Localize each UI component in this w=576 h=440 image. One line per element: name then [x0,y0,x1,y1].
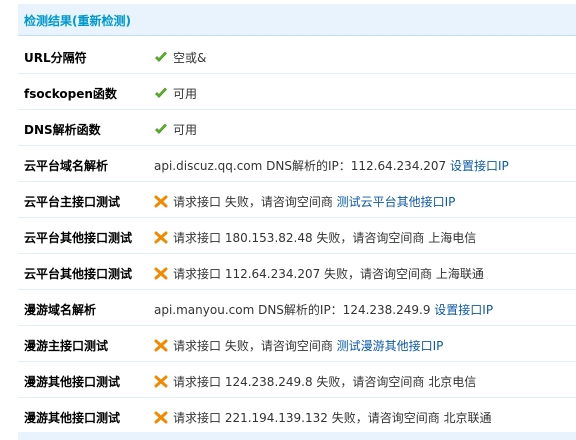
row-label: fsockopen函数 [24,87,117,101]
row-label: 云平台域名解析 [24,159,109,173]
result-row: 云平台其他接口测试 请求接口 180.153.82.48 失败，请咨询空间商 上海… [18,218,576,254]
row-action-link[interactable]: 设置接口IP [434,303,493,317]
row-value-text: 可用 [173,123,198,137]
cross-icon [154,375,168,388]
row-value-text: 请求接口 失败，请咨询空间商 [173,339,337,353]
row-value: 请求接口 112.64.234.207 失败，请咨询空间商 上海联通 [154,265,484,282]
row-value-text: 请求接口 180.153.82.48 失败，请咨询空间商 上海电信 [173,231,477,245]
row-value: 请求接口 失败，请咨询空间商 测试漫游其他接口IP [154,337,443,354]
row-value-text: 请求接口 124.238.249.8 失败，请咨询空间商 北京电信 [173,375,477,389]
recheck-link[interactable]: 重新检测 [78,14,126,28]
row-label: 云平台其他接口测试 [24,231,133,245]
result-row: 云平台其他接口测试 请求接口 112.64.234.207 失败，请咨询空间商 上… [18,254,576,290]
result-row: fsockopen函数 可用 [18,74,576,110]
result-row: 漫游其他接口测试 请求接口 221.194.139.132 失败，请咨询空间商 北… [18,398,576,434]
result-row: 云平台主接口测试 请求接口 失败，请咨询空间商 测试云平台其他接口IP [18,182,576,218]
row-label: 云平台其他接口测试 [24,267,133,281]
row-value-text: api.manyou.com DNS解析的IP：124.238.249.9 [154,303,435,317]
check-results-panel: 检测结果(重新检测) URL分隔符 空或& fsockopen函数 可用 DNS解析函数… [0,0,576,440]
row-value-text: 请求接口 221.194.139.132 失败，请咨询空间商 北京联通 [173,411,492,425]
row-label: 漫游主接口测试 [24,339,109,353]
cross-icon [154,195,168,208]
row-value: 请求接口 失败，请咨询空间商 测试云平台其他接口IP [154,193,455,210]
check-icon [155,123,167,134]
row-label: 漫游域名解析 [24,303,97,317]
result-row: URL分隔符 空或& [18,38,576,74]
row-label: 漫游其他接口测试 [24,411,121,425]
title-suffix: ) [125,14,131,28]
results-title: 检测结果(重新检测) [24,12,131,29]
result-row: DNS解析函数 可用 [18,110,576,146]
result-row: 漫游其他接口测试 请求接口 124.238.249.8 失败，请咨询空间商 北京电… [18,362,576,398]
footer-bar [18,432,576,440]
row-value-text: 可用 [173,87,198,101]
row-label: 云平台主接口测试 [24,195,121,209]
row-label: URL分隔符 [24,51,87,65]
row-value: 可用 [154,121,197,138]
check-icon [155,51,167,62]
cross-icon [154,339,168,352]
row-value: 空或& [154,49,206,66]
row-value: api.discuz.qq.com DNS解析的IP：112.64.234.20… [154,157,509,174]
result-row: 漫游域名解析 api.manyou.com DNS解析的IP：124.238.24… [18,290,576,326]
row-value: 请求接口 124.238.249.8 失败，请咨询空间商 北京电信 [154,373,476,390]
row-action-link[interactable]: 测试云平台其他接口IP [337,195,456,209]
check-icon [155,87,167,98]
cross-icon [154,231,168,244]
row-value: 请求接口 180.153.82.48 失败，请咨询空间商 上海电信 [154,229,476,246]
cross-icon [154,267,168,280]
result-row: 漫游主接口测试 请求接口 失败，请咨询空间商 测试漫游其他接口IP [18,326,576,362]
row-value-text: 空或& [173,51,207,65]
results-header: 检测结果(重新检测) [18,4,576,36]
row-label: 漫游其他接口测试 [24,375,121,389]
row-value: 请求接口 221.194.139.132 失败，请咨询空间商 北京联通 [154,409,492,426]
row-action-link[interactable]: 测试漫游其他接口IP [337,339,444,353]
title-prefix: 检测结果( [24,14,78,28]
cross-icon [154,411,168,424]
row-action-link[interactable]: 设置接口IP [450,159,509,173]
row-value: api.manyou.com DNS解析的IP：124.238.249.9 设置… [154,301,493,318]
row-value-text: 请求接口 失败，请咨询空间商 [173,195,337,209]
result-row: 云平台域名解析 api.discuz.qq.com DNS解析的IP：112.64… [18,146,576,182]
row-value: 可用 [154,85,197,102]
row-value-text: api.discuz.qq.com DNS解析的IP：112.64.234.20… [154,159,450,173]
row-value-text: 请求接口 112.64.234.207 失败，请咨询空间商 上海联通 [173,267,484,281]
row-label: DNS解析函数 [24,123,101,137]
